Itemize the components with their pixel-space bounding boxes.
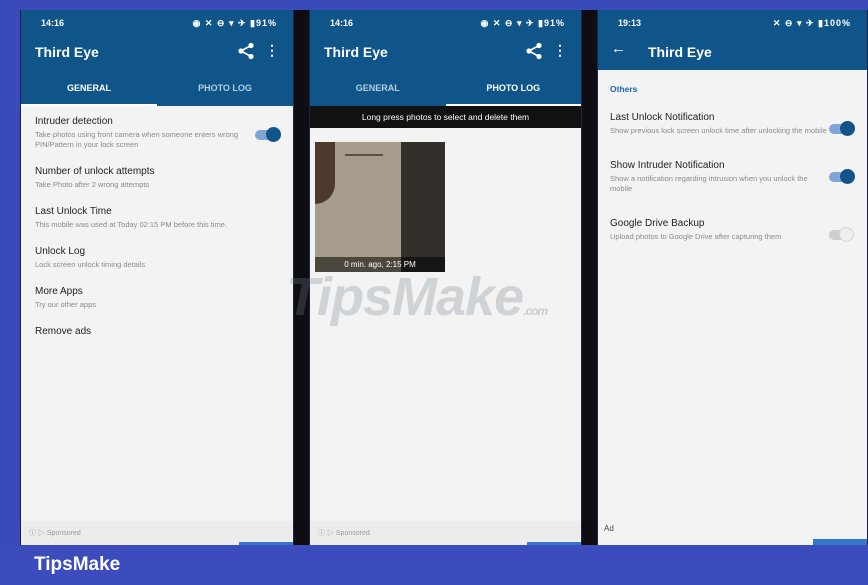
more-options-icon[interactable]: ⋮ (553, 43, 567, 57)
sponsored-label: ⓘ ▷ Sponsored (318, 530, 370, 537)
setting-intruder-detection[interactable]: Intruder detection Take photos using fro… (35, 116, 293, 150)
back-arrow-icon[interactable]: ← (611, 40, 626, 57)
app-title: Third Eye (324, 44, 388, 60)
setting-subtitle: Take Photo after 2 wrong attempts (35, 180, 150, 189)
hint-banner: Long press photos to select and delete t… (310, 106, 581, 128)
share-icon[interactable] (525, 42, 543, 60)
intruder-detection-toggle[interactable] (255, 127, 281, 142)
setting-more-apps[interactable]: More Apps Try our other apps (35, 286, 293, 310)
setting-unlock-attempts[interactable]: Number of unlock attempts Take Photo aft… (35, 166, 293, 190)
phone-general-tab: 14:16 ◉ ✕ ⊖ ▾ ✈ ▮91% Third Eye ⋮ GENERAL… (20, 10, 294, 545)
setting-title: Google Drive Backup (610, 218, 705, 229)
screenshot-collage: 14:16 ◉ ✕ ⊖ ▾ ✈ ▮91% Third Eye ⋮ GENERAL… (0, 0, 868, 545)
watermark-suffix: .com (523, 304, 548, 318)
footer-brand-text: TipsMake (34, 554, 121, 575)
setting-last-unlock-notification[interactable]: Last Unlock Notification Show previous l… (610, 112, 867, 136)
tab-bar: GENERAL PHOTO LOG (310, 70, 581, 106)
intruder-notification-toggle[interactable] (829, 169, 855, 184)
last-unlock-notification-toggle[interactable] (829, 121, 855, 136)
settings-list: Intruder detection Take photos using fro… (21, 106, 293, 337)
setting-show-intruder-notification[interactable]: Show Intruder Notification Show a notifi… (610, 160, 867, 194)
status-icons: ◉ ✕ ⊖ ▾ ✈ ▮91% (192, 18, 277, 28)
intruder-photo-thumbnail[interactable]: 0 min. ago, 2:15 PM (315, 142, 445, 272)
phone-settings-screen: 19:13 ✕ ⊖ ▾ ✈ ▮100% ← Third Eye Others L… (597, 10, 868, 545)
setting-title: Last Unlock Notification (610, 112, 715, 123)
share-icon[interactable] (237, 42, 255, 60)
app-bar: 14:16 ◉ ✕ ⊖ ▾ ✈ ▮91% Third Eye ⋮ GENERAL… (21, 10, 293, 106)
setting-subtitle: Show a notification regarding intrusion … (610, 174, 808, 193)
setting-subtitle: Show previous lock screen unlock time af… (610, 126, 827, 135)
setting-last-unlock-time[interactable]: Last Unlock Time This mobile was used at… (35, 206, 293, 230)
setting-title: More Apps (35, 286, 83, 297)
setting-subtitle: Try our other apps (35, 300, 96, 309)
ad-banner[interactable] (598, 521, 867, 545)
setting-title: Remove ads (35, 326, 92, 337)
footer-brand: TipsMake (0, 545, 868, 585)
setting-remove-ads[interactable]: Remove ads (35, 326, 293, 337)
setting-title: Intruder detection (35, 116, 113, 127)
google-drive-backup-toggle[interactable] (829, 227, 854, 242)
tab-general[interactable]: GENERAL (310, 70, 446, 106)
app-title: Third Eye (35, 44, 99, 60)
tab-general[interactable]: GENERAL (21, 70, 157, 106)
setting-unlock-log[interactable]: Unlock Log Lock screen unlock timing det… (35, 246, 293, 270)
status-bar: 14:16 ◉ ✕ ⊖ ▾ ✈ ▮91% (310, 10, 581, 34)
status-icons: ◉ ✕ ⊖ ▾ ✈ ▮91% (480, 18, 565, 28)
status-time: 14:16 (330, 18, 354, 28)
watermark-logo: TipsMake.com (286, 266, 548, 328)
setting-title: Number of unlock attempts (35, 166, 155, 177)
ad-banner[interactable]: ⓘ ▷ Sponsored (21, 521, 293, 545)
tab-bar: GENERAL PHOTO LOG (21, 70, 293, 106)
setting-subtitle: Upload photos to Google Drive after capt… (610, 232, 782, 241)
app-title: Third Eye (648, 44, 712, 60)
sponsored-label: ⓘ ▷ Sponsored (29, 530, 81, 537)
app-bar: 14:16 ◉ ✕ ⊖ ▾ ✈ ▮91% Third Eye ⋮ GENERAL… (310, 10, 581, 106)
tab-photo-log[interactable]: PHOTO LOG (157, 70, 293, 106)
status-time: 14:16 (41, 18, 65, 28)
setting-title: Unlock Log (35, 246, 86, 257)
setting-subtitle: Take photos using front camera when some… (35, 130, 239, 149)
setting-subtitle: This mobile was used at Today 02:15 PM b… (35, 220, 228, 229)
divider (582, 10, 597, 545)
section-header: Others (610, 84, 638, 94)
settings-list: Last Unlock Notification Show previous l… (598, 112, 867, 242)
status-bar: 19:13 ✕ ⊖ ▾ ✈ ▮100% (598, 10, 867, 34)
setting-google-drive-backup[interactable]: Google Drive Backup Upload photos to Goo… (610, 218, 867, 242)
setting-subtitle: Lock screen unlock timing details (35, 260, 146, 269)
more-options-icon[interactable]: ⋮ (265, 43, 279, 57)
ad-banner[interactable]: ⓘ ▷ Sponsored (310, 521, 581, 545)
status-icons: ✕ ⊖ ▾ ✈ ▮100% (772, 18, 851, 28)
status-time: 19:13 (618, 18, 642, 28)
app-bar: 19:13 ✕ ⊖ ▾ ✈ ▮100% ← Third Eye (598, 10, 867, 70)
setting-title: Show Intruder Notification (610, 160, 725, 171)
setting-title: Last Unlock Time (35, 206, 112, 217)
tab-photo-log[interactable]: PHOTO LOG (445, 70, 581, 106)
watermark-text: TipsMake (286, 267, 524, 327)
status-bar: 14:16 ◉ ✕ ⊖ ▾ ✈ ▮91% (21, 10, 293, 34)
